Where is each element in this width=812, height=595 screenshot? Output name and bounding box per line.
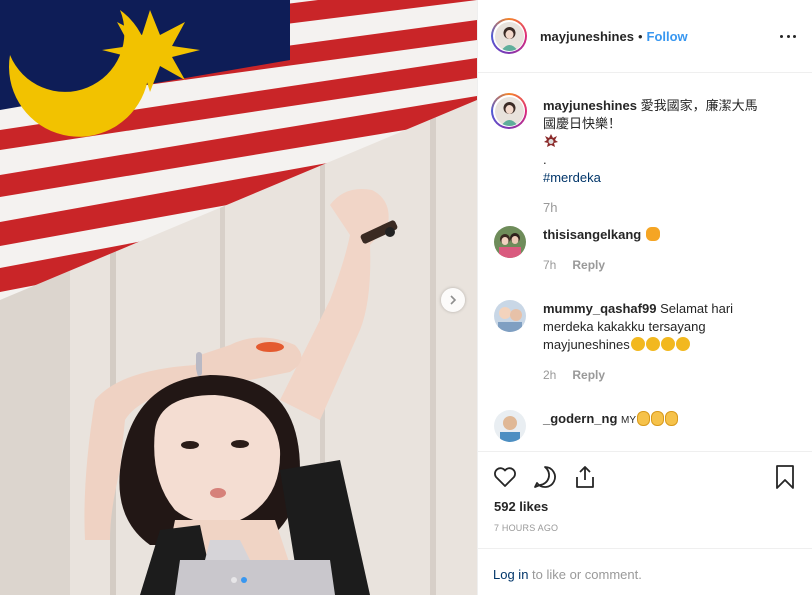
carousel-indicator: [0, 577, 477, 583]
commenter-avatar[interactable]: [494, 410, 526, 442]
comment-username[interactable]: mummy_qashaf99: [543, 301, 656, 316]
caption-text-line2: 國慶日快樂！: [543, 116, 622, 131]
clap-emoji-icon: [637, 411, 651, 426]
commenter-avatar-image: [494, 226, 526, 258]
share-icon[interactable]: [572, 464, 598, 490]
face-tongue-emoji-icon: [630, 337, 645, 351]
comment-icon[interactable]: [532, 464, 558, 490]
clap-emoji-icon: [665, 411, 679, 426]
carousel-dot: [230, 577, 237, 583]
login-prompt-text: to like or comment.: [528, 567, 642, 582]
commenter-avatar-image: [494, 300, 526, 332]
caption-username[interactable]: mayjuneshines: [543, 98, 637, 113]
comment-time: 2h: [543, 368, 557, 382]
reply-button[interactable]: Reply: [572, 368, 605, 382]
comment-text: MY: [621, 415, 637, 426]
more-options-icon[interactable]: [780, 28, 796, 44]
caption-avatar-image: [494, 96, 524, 126]
header-separator: •: [637, 28, 643, 44]
commenter-avatar-image: [494, 410, 526, 442]
post-actions: 592 likes 7 HOURS AGO: [478, 451, 812, 549]
caption-hashtag[interactable]: #merdeka: [543, 170, 601, 185]
author-username[interactable]: mayjuneshines: [540, 29, 634, 44]
bookmark-icon[interactable]: [772, 464, 798, 490]
caption-text-line1: 愛我國家，廉潔大馬: [640, 98, 758, 113]
login-link[interactable]: Log in: [493, 567, 528, 582]
likes-count[interactable]: 592 likes: [494, 499, 548, 514]
commenter-avatar[interactable]: [494, 300, 526, 332]
face-kiss-heart-emoji-icon: [675, 337, 690, 351]
caption-time: 7h: [543, 200, 558, 215]
author-avatar-image: [494, 21, 524, 51]
chevron-right-icon: [450, 295, 457, 305]
comment-username[interactable]: thisisangelkang: [543, 227, 641, 242]
comments-list[interactable]: mayjuneshines 愛我國家，廉潔大馬 國慶日快樂！ . #merdek…: [478, 73, 812, 451]
carousel-dot-active: [240, 577, 247, 583]
follow-button[interactable]: Follow: [647, 29, 688, 44]
reply-button[interactable]: Reply: [572, 258, 605, 272]
comment-username[interactable]: _godern_ng: [543, 411, 617, 426]
face-tongue-emoji-icon: [645, 337, 660, 351]
post-header: mayjuneshines • Follow: [478, 0, 812, 73]
commenter-avatar[interactable]: [494, 226, 526, 258]
post-photo: [0, 0, 477, 595]
author-avatar[interactable]: [491, 18, 527, 54]
comment-time: 7h: [543, 258, 557, 272]
clap-emoji-icon: [651, 411, 665, 426]
tiger-face-emoji-icon: [645, 227, 660, 241]
caption-dot: .: [543, 152, 547, 167]
face-tongue-emoji-icon: [660, 337, 675, 351]
post-timestamp: 7 HOURS AGO: [494, 523, 559, 533]
post-sidebar: mayjuneshines • Follow mayjuneshines 愛我國…: [477, 0, 812, 595]
heart-icon[interactable]: [492, 464, 518, 490]
next-photo-button[interactable]: [441, 288, 465, 312]
photo-illustration: [0, 0, 477, 595]
caption-avatar[interactable]: [491, 93, 527, 129]
login-prompt: Log in to like or comment.: [478, 548, 812, 595]
red-splash-emoji-icon: [544, 134, 558, 147]
